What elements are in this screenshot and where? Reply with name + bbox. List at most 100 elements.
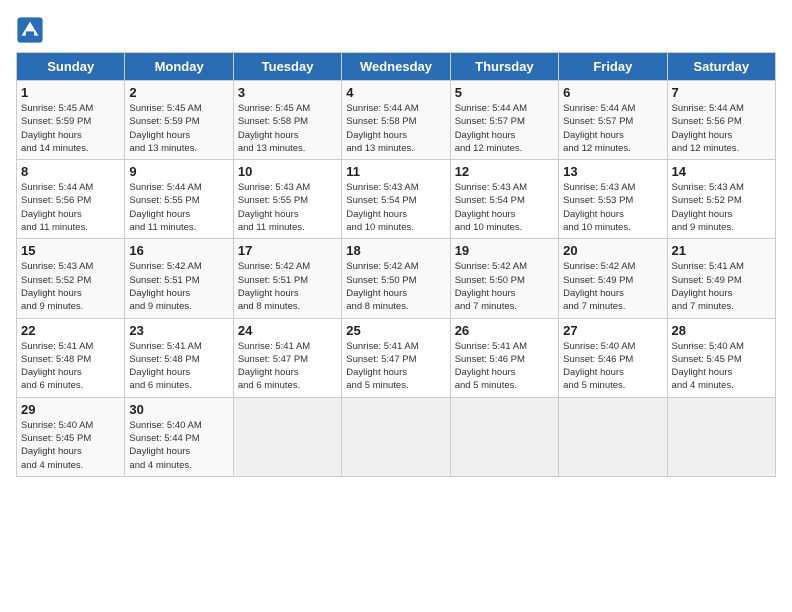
day-number: 25 (346, 323, 445, 338)
table-row: 20 Sunrise: 5:42 AMSunset: 5:49 PMDaylig… (559, 239, 667, 318)
table-row: 17 Sunrise: 5:42 AMSunset: 5:51 PMDaylig… (233, 239, 341, 318)
table-row: 7 Sunrise: 5:44 AMSunset: 5:56 PMDayligh… (667, 81, 775, 160)
day-info: Sunrise: 5:40 AMSunset: 5:45 PMDaylight … (672, 340, 771, 393)
day-number: 11 (346, 164, 445, 179)
day-info: Sunrise: 5:41 AMSunset: 5:46 PMDaylight … (455, 340, 554, 393)
day-number: 24 (238, 323, 337, 338)
day-info: Sunrise: 5:42 AMSunset: 5:51 PMDaylight … (129, 260, 228, 313)
day-info: Sunrise: 5:40 AMSunset: 5:44 PMDaylight … (129, 419, 228, 472)
day-number: 10 (238, 164, 337, 179)
table-row: 14 Sunrise: 5:43 AMSunset: 5:52 PMDaylig… (667, 160, 775, 239)
table-row (342, 397, 450, 476)
day-number: 20 (563, 243, 662, 258)
day-info: Sunrise: 5:45 AMSunset: 5:59 PMDaylight … (129, 102, 228, 155)
table-row: 16 Sunrise: 5:42 AMSunset: 5:51 PMDaylig… (125, 239, 233, 318)
day-info: Sunrise: 5:45 AMSunset: 5:59 PMDaylight … (21, 102, 120, 155)
col-header-wednesday: Wednesday (342, 53, 450, 81)
table-row: 13 Sunrise: 5:43 AMSunset: 5:53 PMDaylig… (559, 160, 667, 239)
table-row: 1 Sunrise: 5:45 AMSunset: 5:59 PMDayligh… (17, 81, 125, 160)
col-header-thursday: Thursday (450, 53, 558, 81)
day-info: Sunrise: 5:43 AMSunset: 5:54 PMDaylight … (346, 181, 445, 234)
day-number: 27 (563, 323, 662, 338)
logo (16, 16, 48, 44)
day-info: Sunrise: 5:41 AMSunset: 5:48 PMDaylight … (21, 340, 120, 393)
table-row: 22 Sunrise: 5:41 AMSunset: 5:48 PMDaylig… (17, 318, 125, 397)
table-row: 4 Sunrise: 5:44 AMSunset: 5:58 PMDayligh… (342, 81, 450, 160)
day-number: 28 (672, 323, 771, 338)
table-row (667, 397, 775, 476)
day-info: Sunrise: 5:41 AMSunset: 5:49 PMDaylight … (672, 260, 771, 313)
day-info: Sunrise: 5:43 AMSunset: 5:54 PMDaylight … (455, 181, 554, 234)
day-info: Sunrise: 5:41 AMSunset: 5:47 PMDaylight … (346, 340, 445, 393)
table-row: 28 Sunrise: 5:40 AMSunset: 5:45 PMDaylig… (667, 318, 775, 397)
day-number: 6 (563, 85, 662, 100)
day-number: 26 (455, 323, 554, 338)
day-info: Sunrise: 5:41 AMSunset: 5:47 PMDaylight … (238, 340, 337, 393)
table-row: 21 Sunrise: 5:41 AMSunset: 5:49 PMDaylig… (667, 239, 775, 318)
table-row: 30 Sunrise: 5:40 AMSunset: 5:44 PMDaylig… (125, 397, 233, 476)
table-row: 25 Sunrise: 5:41 AMSunset: 5:47 PMDaylig… (342, 318, 450, 397)
day-number: 19 (455, 243, 554, 258)
table-row: 18 Sunrise: 5:42 AMSunset: 5:50 PMDaylig… (342, 239, 450, 318)
day-number: 2 (129, 85, 228, 100)
col-header-tuesday: Tuesday (233, 53, 341, 81)
day-info: Sunrise: 5:40 AMSunset: 5:45 PMDaylight … (21, 419, 120, 472)
day-number: 30 (129, 402, 228, 417)
table-row (233, 397, 341, 476)
day-number: 16 (129, 243, 228, 258)
table-row: 6 Sunrise: 5:44 AMSunset: 5:57 PMDayligh… (559, 81, 667, 160)
table-row: 9 Sunrise: 5:44 AMSunset: 5:55 PMDayligh… (125, 160, 233, 239)
table-row (559, 397, 667, 476)
day-info: Sunrise: 5:42 AMSunset: 5:50 PMDaylight … (455, 260, 554, 313)
day-number: 29 (21, 402, 120, 417)
table-row: 8 Sunrise: 5:44 AMSunset: 5:56 PMDayligh… (17, 160, 125, 239)
day-info: Sunrise: 5:43 AMSunset: 5:55 PMDaylight … (238, 181, 337, 234)
table-row: 11 Sunrise: 5:43 AMSunset: 5:54 PMDaylig… (342, 160, 450, 239)
col-header-saturday: Saturday (667, 53, 775, 81)
day-info: Sunrise: 5:44 AMSunset: 5:57 PMDaylight … (455, 102, 554, 155)
day-info: Sunrise: 5:43 AMSunset: 5:52 PMDaylight … (672, 181, 771, 234)
table-row: 29 Sunrise: 5:40 AMSunset: 5:45 PMDaylig… (17, 397, 125, 476)
day-number: 23 (129, 323, 228, 338)
day-info: Sunrise: 5:42 AMSunset: 5:51 PMDaylight … (238, 260, 337, 313)
table-row: 5 Sunrise: 5:44 AMSunset: 5:57 PMDayligh… (450, 81, 558, 160)
day-number: 18 (346, 243, 445, 258)
day-number: 7 (672, 85, 771, 100)
col-header-friday: Friday (559, 53, 667, 81)
day-info: Sunrise: 5:44 AMSunset: 5:58 PMDaylight … (346, 102, 445, 155)
col-header-monday: Monday (125, 53, 233, 81)
day-number: 22 (21, 323, 120, 338)
day-info: Sunrise: 5:43 AMSunset: 5:53 PMDaylight … (563, 181, 662, 234)
table-row: 3 Sunrise: 5:45 AMSunset: 5:58 PMDayligh… (233, 81, 341, 160)
day-number: 9 (129, 164, 228, 179)
table-row: 27 Sunrise: 5:40 AMSunset: 5:46 PMDaylig… (559, 318, 667, 397)
day-number: 3 (238, 85, 337, 100)
calendar-table: SundayMondayTuesdayWednesdayThursdayFrid… (16, 52, 776, 477)
day-number: 15 (21, 243, 120, 258)
day-info: Sunrise: 5:40 AMSunset: 5:46 PMDaylight … (563, 340, 662, 393)
day-number: 12 (455, 164, 554, 179)
day-info: Sunrise: 5:44 AMSunset: 5:56 PMDaylight … (672, 102, 771, 155)
day-info: Sunrise: 5:44 AMSunset: 5:55 PMDaylight … (129, 181, 228, 234)
day-number: 17 (238, 243, 337, 258)
table-row: 12 Sunrise: 5:43 AMSunset: 5:54 PMDaylig… (450, 160, 558, 239)
header (16, 16, 776, 44)
day-info: Sunrise: 5:44 AMSunset: 5:56 PMDaylight … (21, 181, 120, 234)
day-number: 14 (672, 164, 771, 179)
day-info: Sunrise: 5:45 AMSunset: 5:58 PMDaylight … (238, 102, 337, 155)
day-number: 4 (346, 85, 445, 100)
table-row: 24 Sunrise: 5:41 AMSunset: 5:47 PMDaylig… (233, 318, 341, 397)
table-row: 15 Sunrise: 5:43 AMSunset: 5:52 PMDaylig… (17, 239, 125, 318)
day-number: 1 (21, 85, 120, 100)
table-row (450, 397, 558, 476)
day-number: 5 (455, 85, 554, 100)
day-info: Sunrise: 5:42 AMSunset: 5:49 PMDaylight … (563, 260, 662, 313)
day-info: Sunrise: 5:42 AMSunset: 5:50 PMDaylight … (346, 260, 445, 313)
day-number: 21 (672, 243, 771, 258)
day-number: 8 (21, 164, 120, 179)
day-number: 13 (563, 164, 662, 179)
logo-icon (16, 16, 44, 44)
day-info: Sunrise: 5:43 AMSunset: 5:52 PMDaylight … (21, 260, 120, 313)
table-row: 10 Sunrise: 5:43 AMSunset: 5:55 PMDaylig… (233, 160, 341, 239)
col-header-sunday: Sunday (17, 53, 125, 81)
